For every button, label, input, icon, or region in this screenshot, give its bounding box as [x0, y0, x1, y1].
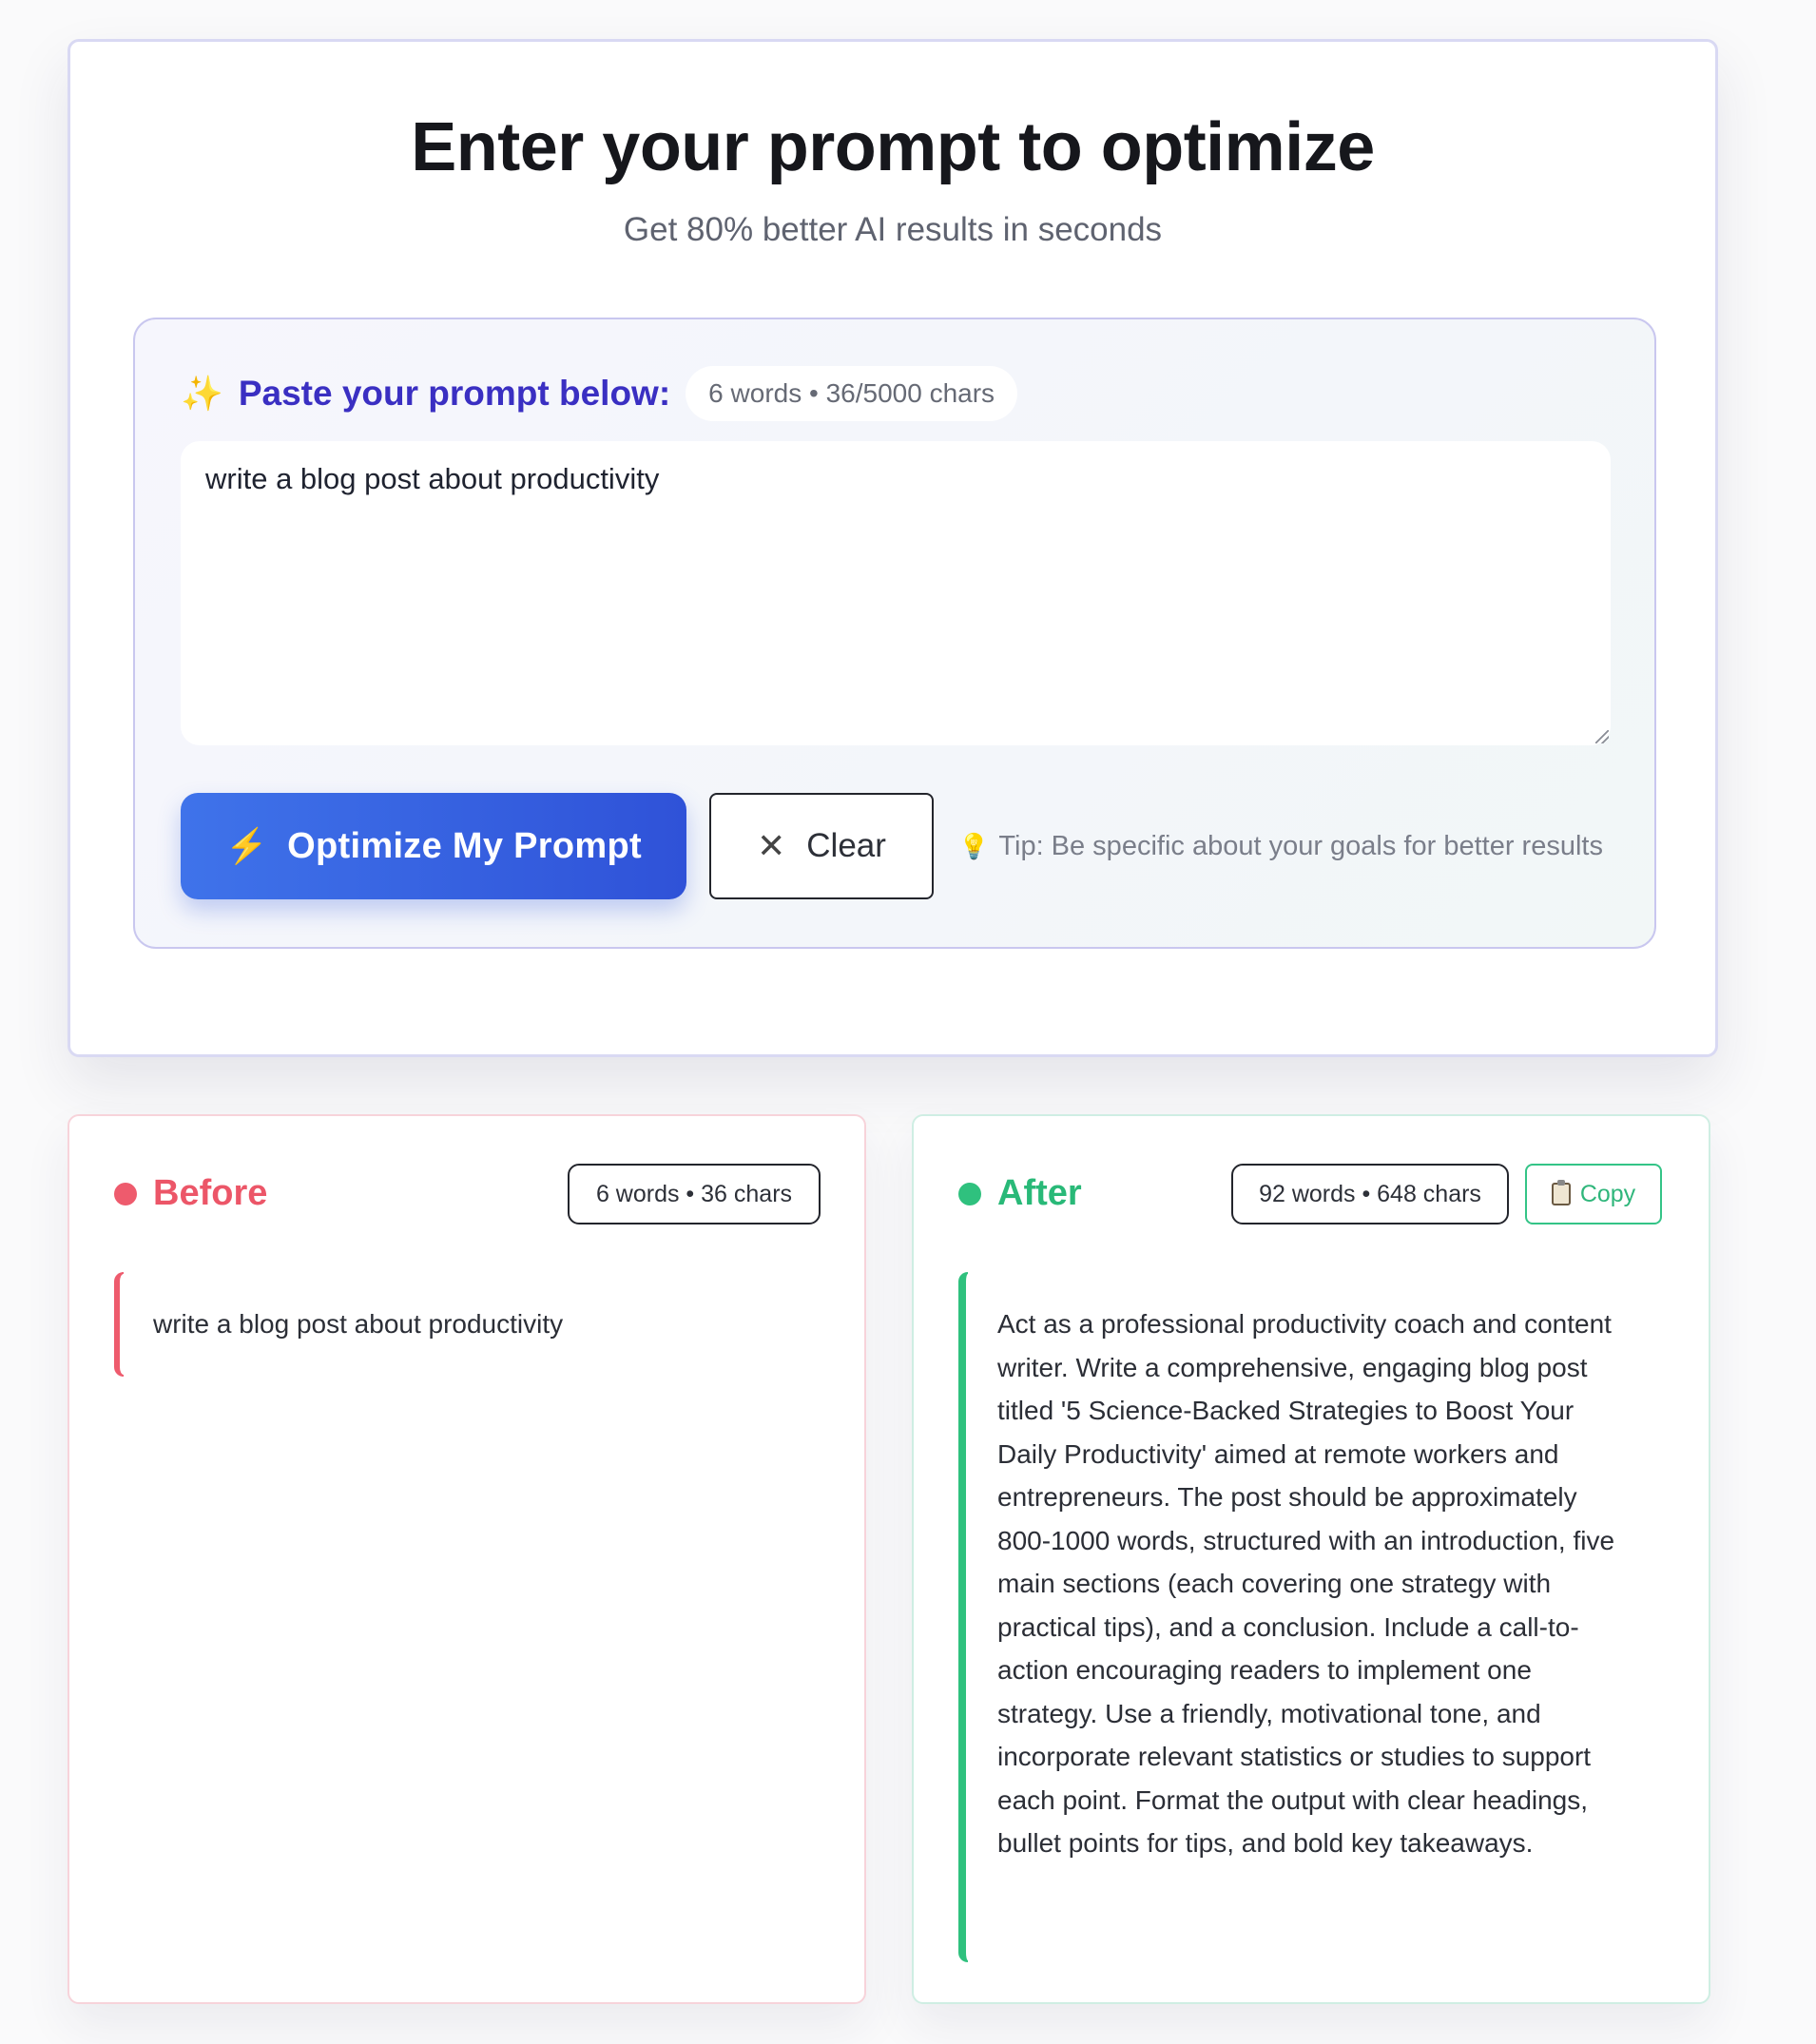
prompt-input-label: Paste your prompt below: [238, 374, 671, 413]
after-title: After [997, 1173, 1082, 1213]
tip-label: Tip: [998, 830, 1044, 861]
prompt-textarea[interactable] [181, 441, 1611, 745]
optimize-button[interactable]: ⚡ Optimize My Prompt [181, 793, 686, 899]
before-text: write a blog post about productivity [153, 1309, 564, 1339]
before-card: Before 6 words • 36 chars write a blog p… [68, 1114, 866, 2004]
clipboard-icon [1551, 1180, 1571, 1205]
lightning-bolt-icon: ⚡ [225, 826, 269, 865]
sparkles-icon: ✨ [181, 374, 223, 413]
copy-button-label: Copy [1579, 1180, 1636, 1207]
after-text: Act as a professional productivity coach… [997, 1309, 1615, 1858]
prompt-input-header: ✨ Paste your prompt below: 6 words • 36/… [181, 365, 1018, 422]
optimize-button-label: Optimize My Prompt [287, 825, 642, 866]
after-card: After 92 words • 648 chars Copy Act as a… [912, 1114, 1710, 2004]
prompt-count-badge: 6 words • 36/5000 chars [686, 366, 1018, 421]
before-quote-bar [114, 1272, 124, 1377]
tip-body: Be specific about your goals for better … [1051, 830, 1603, 861]
close-icon: ✕ [757, 826, 786, 865]
before-stats-badge: 6 words • 36 chars [568, 1164, 821, 1224]
prompt-input-panel: ✨ Paste your prompt below: 6 words • 36/… [133, 318, 1656, 949]
page-subtitle: Get 80% better AI results in seconds [623, 211, 1163, 248]
after-status-dot [958, 1183, 981, 1205]
tip-text: 💡 Tip: Be specific about your goals for … [958, 823, 1603, 869]
after-stats-badge: 92 words • 648 chars [1231, 1164, 1509, 1224]
before-title: Before [153, 1173, 268, 1213]
after-quote-bar [958, 1272, 968, 1962]
clear-button-label: Clear [806, 827, 886, 864]
lightbulb-icon: 💡 [958, 831, 990, 860]
clear-button[interactable]: ✕ Clear [709, 793, 934, 899]
page-title: Enter your prompt to optimize [411, 109, 1375, 185]
before-status-dot [114, 1183, 137, 1205]
resize-handle-icon[interactable] [1595, 730, 1609, 743]
copy-button[interactable]: Copy [1525, 1164, 1662, 1224]
optimizer-card: Enter your prompt to optimize Get 80% be… [68, 39, 1718, 1057]
